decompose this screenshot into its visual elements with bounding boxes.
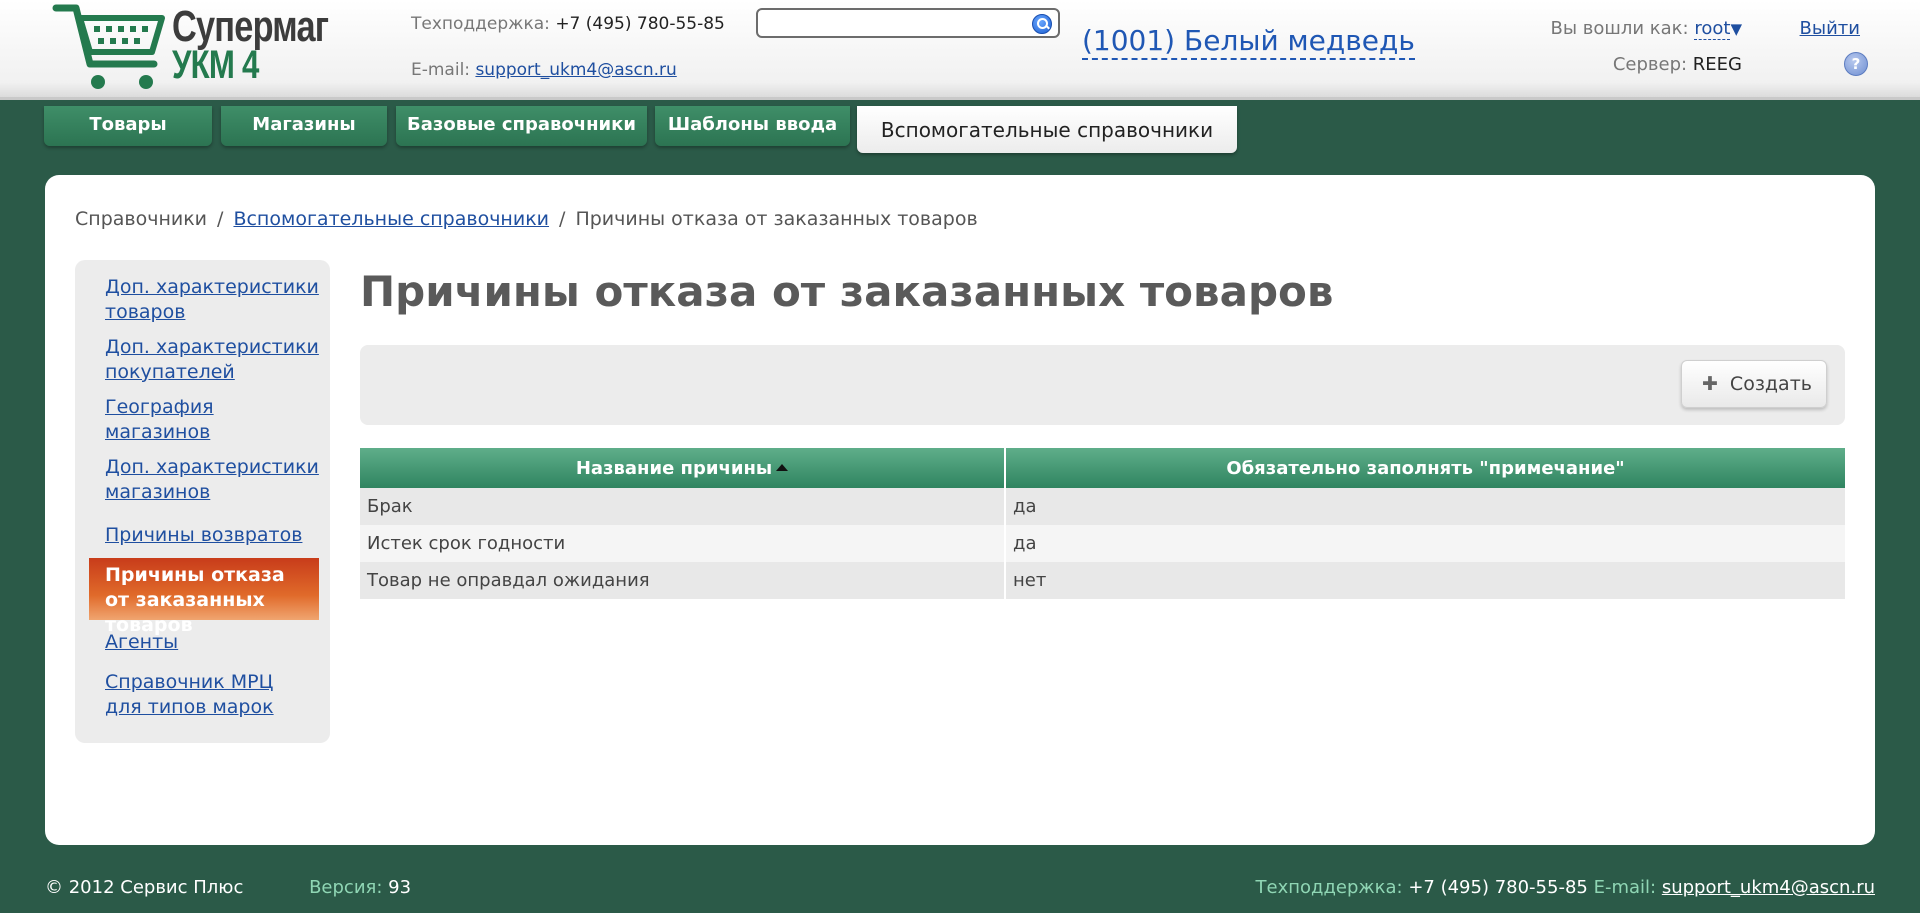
logo-line1: Супермаг xyxy=(172,2,329,51)
table-header-row: Название причины Обязательно заполнять "… xyxy=(360,448,1845,488)
table-cell: да xyxy=(1005,488,1845,525)
column-header-reason-name[interactable]: Название причины xyxy=(360,448,1006,488)
sidebar: Доп. характеристики товаров Доп. характе… xyxy=(75,260,330,743)
table-row[interactable]: Истек срок годности да xyxy=(360,525,1845,562)
footer-support-phone: +7 (495) 780-55-85 xyxy=(1408,877,1588,898)
logo-line2: УКМ 4 xyxy=(172,43,259,87)
footer-email-link[interactable]: support_ukm4@ascn.ru xyxy=(1662,877,1875,898)
copyright: © 2012 Сервис Плюс xyxy=(45,877,244,898)
footer-right: Техподдержка: +7 (495) 780-55-85 E-mail:… xyxy=(1256,877,1876,898)
column-header-label: Название причины xyxy=(575,457,773,479)
footer-email-label: E-mail: xyxy=(1593,877,1657,898)
header: Супермаг УКМ 4 Техподдержка: +7 (495) 78… xyxy=(0,0,1920,100)
shopping-cart-icon xyxy=(52,4,165,89)
breadcrumb-section-link[interactable]: Вспомогательные справочники xyxy=(233,208,549,230)
sidebar-item-agents[interactable]: Агенты xyxy=(105,630,320,655)
table-cell: да xyxy=(1005,525,1845,562)
server-name: REEG xyxy=(1692,54,1742,75)
table-row[interactable]: Брак да xyxy=(360,488,1845,525)
table-cell: Товар не оправдал ожидания xyxy=(360,562,1006,599)
store-selector[interactable]: (1001) Белый медведь xyxy=(1082,24,1415,60)
table-row[interactable]: Товар не оправдал ожидания нет xyxy=(360,562,1845,599)
tab-input-templates[interactable]: Шаблоны ввода xyxy=(655,106,850,146)
search-input[interactable] xyxy=(764,13,1024,33)
breadcrumb-current: Причины отказа от заказанных товаров xyxy=(575,208,978,230)
support-email-link[interactable]: support_ukm4@ascn.ru xyxy=(475,60,676,80)
table-cell: нет xyxy=(1005,562,1845,599)
header-contact: Техподдержка: +7 (495) 780-55-85 E-mail:… xyxy=(411,12,725,104)
version-value: 93 xyxy=(388,877,412,898)
create-button[interactable]: ✚ Создать xyxy=(1681,360,1827,408)
sidebar-item-mrp-reference[interactable]: Справочник МРЦ для типов марок xyxy=(105,670,285,720)
search-box xyxy=(756,8,1060,38)
user-menu[interactable]: root xyxy=(1694,18,1731,40)
logo[interactable]: Супермаг УКМ 4 xyxy=(50,2,350,94)
sidebar-item-label: Причины отказа от заказанных товаров xyxy=(105,564,285,636)
table-cell: Истек срок годности xyxy=(360,525,1006,562)
breadcrumb-separator: / xyxy=(559,208,566,230)
breadcrumb-separator: / xyxy=(217,208,224,230)
version-label: Версия: xyxy=(309,877,383,898)
content-panel: Справочники / Вспомогательные справочники /… xyxy=(45,175,1875,845)
table-cell: Брак xyxy=(360,488,1006,525)
logout-link[interactable]: Выйти xyxy=(1800,16,1860,42)
support-label: Техподдержка: xyxy=(411,14,550,34)
search-icon[interactable] xyxy=(1032,14,1052,34)
column-header-note-required[interactable]: Обязательно заполнять "примечание" xyxy=(1005,448,1845,488)
help-icon[interactable]: ? xyxy=(1844,52,1868,76)
tab-goods[interactable]: Товары xyxy=(44,106,212,146)
page-title: Причины отказа от заказанных товаров xyxy=(360,267,1334,316)
support-phone: +7 (495) 780-55-85 xyxy=(555,14,725,34)
create-button-label: Создать xyxy=(1729,373,1812,395)
plus-icon: ✚ xyxy=(1702,373,1718,395)
sidebar-item-return-reasons[interactable]: Причины возвратов xyxy=(105,523,320,548)
footer-left: © 2012 Сервис Плюс Версия: 93 xyxy=(45,877,411,898)
logo-text: Супермаг УКМ 4 xyxy=(172,2,329,87)
reasons-table: Название причины Обязательно заполнять "… xyxy=(360,448,1845,599)
tab-auxiliary-references[interactable]: Вспомогательные справочники xyxy=(857,106,1237,153)
column-header-label: Обязательно заполнять "примечание" xyxy=(1226,457,1625,479)
sidebar-item-goods-attributes[interactable]: Доп. характеристики товаров xyxy=(105,275,320,325)
email-label: E-mail: xyxy=(411,60,471,80)
sidebar-item-store-geography[interactable]: География магазинов xyxy=(105,395,255,445)
user-info: Вы вошли как: root▼ Сервер: REEG xyxy=(1550,16,1742,88)
breadcrumb: Справочники / Вспомогательные справочники /… xyxy=(75,208,978,230)
server-label: Сервер: xyxy=(1612,54,1688,75)
sidebar-item-order-refusal-reasons[interactable]: Причины отказа от заказанных товаров xyxy=(89,558,319,636)
footer-support-label: Техподдержка: xyxy=(1255,877,1403,898)
tab-stores[interactable]: Магазины xyxy=(221,106,387,146)
sidebar-item-customer-attributes[interactable]: Доп. характеристики покупателей xyxy=(105,335,320,385)
sort-ascending-icon xyxy=(776,463,789,471)
logged-in-label: Вы вошли как: xyxy=(1550,18,1689,39)
sidebar-item-store-attributes[interactable]: Доп. характеристики магазинов xyxy=(105,455,320,505)
toolbar: ✚ Создать xyxy=(360,345,1845,425)
tab-base-references[interactable]: Базовые справочники xyxy=(396,106,647,146)
chevron-down-icon[interactable]: ▼ xyxy=(1730,20,1742,38)
breadcrumb-root: Справочники xyxy=(75,208,208,230)
